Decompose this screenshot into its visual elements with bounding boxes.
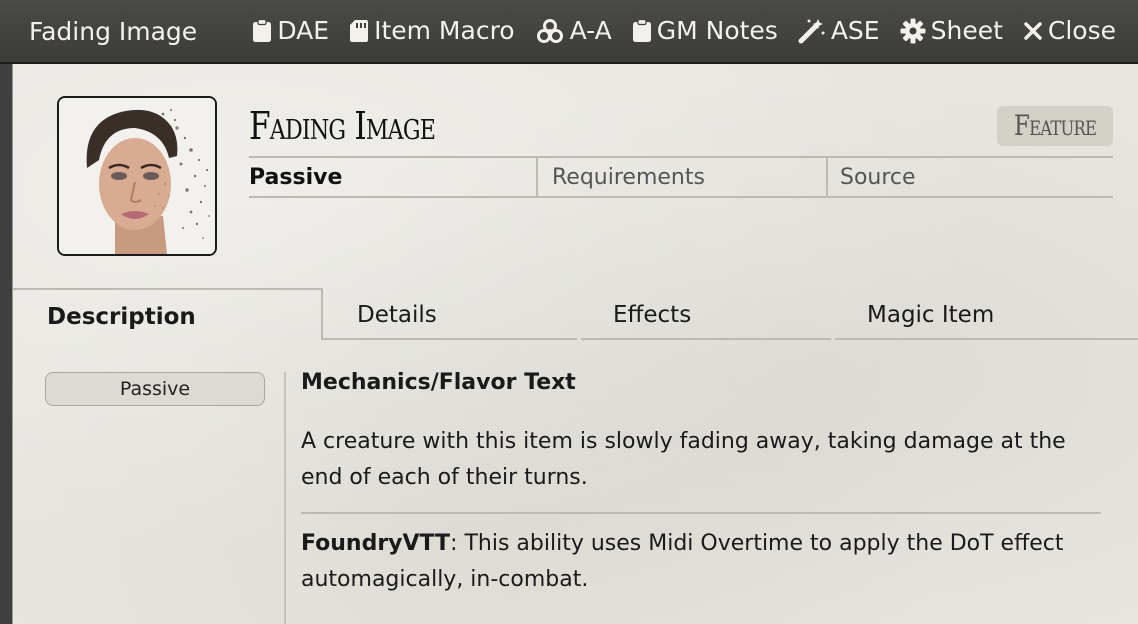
gear-icon [900,18,926,44]
activation-summary: Passive [249,165,343,190]
item-macro-button-label: Item Macro [374,16,515,45]
description-content[interactable]: Mechanics/Flavor Text A creature with th… [301,366,1101,598]
window-titlebar[interactable]: Fading Image DAE Item Macro A-A GM Notes… [0,0,1138,64]
tab-description[interactable]: Description [13,288,323,340]
clipboard-icon [632,19,651,42]
description-heading: Mechanics/Flavor Text [301,370,576,395]
close-button-label: Close [1047,16,1116,45]
item-summary-row: Passive Requirements Source [249,156,1113,198]
dae-button[interactable]: DAE [252,14,329,48]
tab-magic-item[interactable]: Magic Item [867,288,994,340]
item-macro-button[interactable]: Item Macro [349,14,515,48]
foundry-note: FoundryVTT: This ability uses Midi Overt… [301,526,1101,598]
activation-pill: Passive [45,372,265,406]
header-buttons: DAE Item Macro A-A GM Notes ASE Sheet Cl… [252,14,1116,48]
dae-button-label: DAE [277,16,330,45]
foundry-note-label: FoundryVTT [301,531,451,556]
sheet-button-label: Sheet [930,16,1003,45]
portrait-image [59,98,215,254]
item-name[interactable]: Fading Image [249,100,436,152]
tab-divider [581,338,831,340]
close-button[interactable]: Close [1023,14,1116,48]
item-type-label: Feature [1013,109,1097,142]
sheet-tabs: Description Details Effects Magic Item [13,288,1138,340]
source-field[interactable]: Source [826,158,1113,196]
requirements-field[interactable]: Requirements [536,158,826,196]
tab-divider [323,338,577,340]
gm-notes-button-label: GM Notes [656,16,778,45]
ase-button[interactable]: ASE [798,14,880,48]
item-sheet-window: Fading Image Feature Passive Requirement… [12,0,1138,624]
sheet-button[interactable]: Sheet [900,14,1003,48]
ase-button-label: ASE [830,16,880,45]
tab-details[interactable]: Details [357,288,437,340]
item-type-badge: Feature [997,106,1113,146]
window-title: Fading Image [29,17,198,46]
gm-notes-button[interactable]: GM Notes [632,14,778,48]
close-icon [1024,22,1042,40]
magic-wand-icon [798,19,825,44]
description-body: A creature with this item is slowly fadi… [301,429,1066,490]
biohazard-icon [536,19,563,43]
item-portrait[interactable] [57,96,217,256]
description-divider [301,512,1101,514]
tab-divider [835,338,1138,340]
sd-card-icon [350,20,369,42]
tab-effects[interactable]: Effects [613,288,691,340]
a-a-button[interactable]: A-A [535,14,612,48]
sidebar-divider [284,372,286,624]
a-a-button-label: A-A [569,16,612,45]
clipboard-icon [253,19,272,42]
